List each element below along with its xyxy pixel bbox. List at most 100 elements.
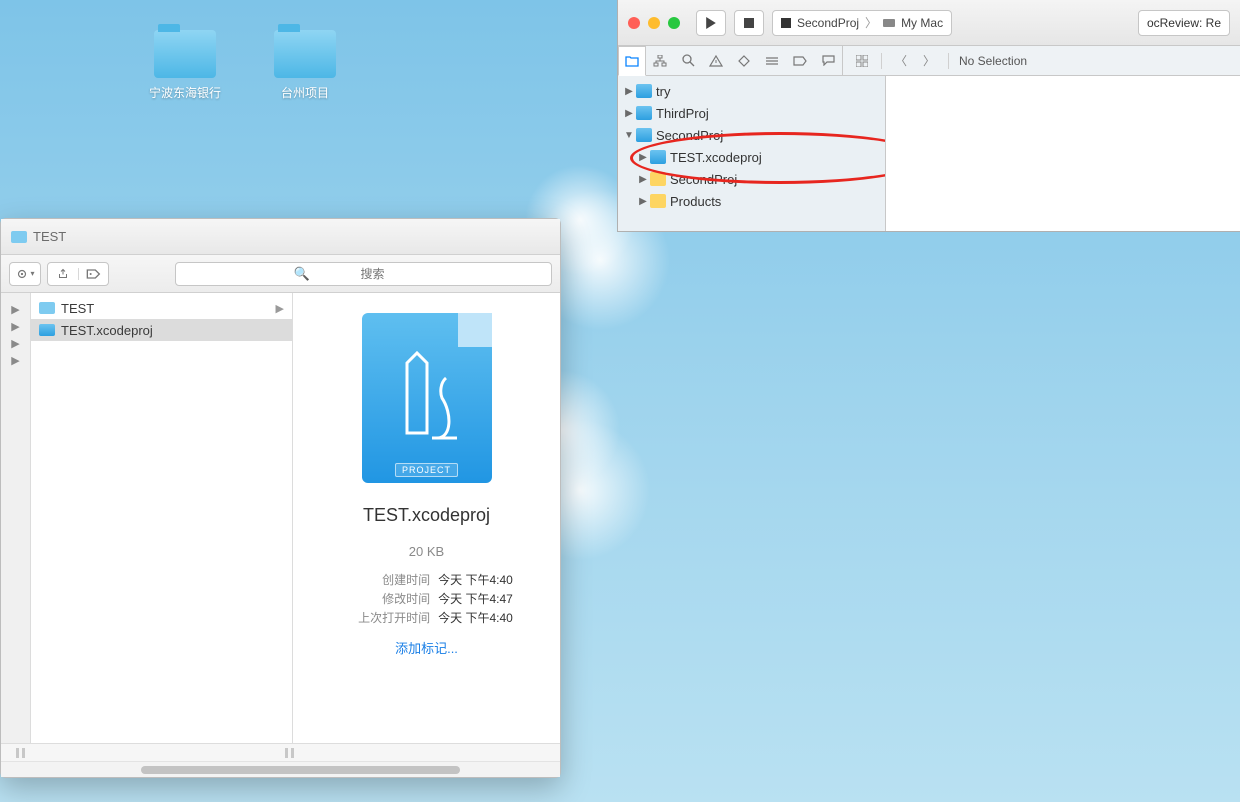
- tree-item-secondproj-folder[interactable]: ▶ SecondProj: [618, 168, 885, 190]
- chevron-right-icon: ▶: [276, 302, 284, 315]
- activity-status[interactable]: ocReview: Re: [1138, 10, 1230, 36]
- resize-handle[interactable]: [39, 748, 299, 758]
- finder-column-list: TEST ▶ TEST.xcodeproj: [31, 293, 293, 743]
- scheme-selector[interactable]: SecondProj 〉 My Mac: [772, 10, 952, 36]
- disclosure-triangle-icon[interactable]: ▶: [638, 174, 648, 185]
- folder-icon: [154, 30, 216, 78]
- gauge-icon: [765, 56, 779, 66]
- tags-button[interactable]: [78, 268, 108, 280]
- close-button[interactable]: [628, 17, 640, 29]
- list-item-label: TEST.xcodeproj: [61, 323, 153, 338]
- stop-button[interactable]: [734, 10, 764, 36]
- window-traffic-lights: [628, 17, 680, 29]
- xcodeproj-icon: [636, 128, 652, 142]
- tree-label: TEST.xcodeproj: [670, 150, 762, 165]
- finder-horizontal-scrollbar[interactable]: [1, 761, 560, 777]
- tree-label: Products: [670, 194, 721, 209]
- finder-titlebar[interactable]: TEST: [1, 219, 560, 255]
- finder-title: TEST: [33, 229, 66, 244]
- gear-icon: [15, 267, 29, 281]
- share-button[interactable]: [48, 267, 78, 281]
- disclosure-triangle-icon[interactable]: ▼: [624, 130, 634, 141]
- tree-label: SecondProj: [670, 172, 737, 187]
- find-navigator-tab[interactable]: [674, 46, 702, 75]
- finder-window: TEST ▾ 🔍 ▶ ▶ ▶ ▶: [0, 218, 561, 778]
- finder-preview-pane: PROJECT TEST.xcodeproj 20 KB 创建时间今天 下午4:…: [293, 293, 560, 743]
- xcodeproj-large-icon: PROJECT: [362, 313, 492, 483]
- chevron-right-icon: 〉: [923, 52, 935, 69]
- report-navigator-tab[interactable]: [814, 46, 842, 75]
- search-input[interactable]: [175, 262, 552, 286]
- jump-bar: 〈 〉 No Selection: [853, 52, 1027, 70]
- finder-sidebar-strip: ▶ ▶ ▶ ▶: [1, 293, 31, 743]
- scheme-project: SecondProj: [797, 16, 859, 30]
- toolbar-share-group: [47, 262, 109, 286]
- related-items-button[interactable]: [853, 52, 871, 70]
- resize-handle[interactable]: [1, 748, 39, 758]
- desktop-folder-yinhang[interactable]: 宁波东海银行: [140, 30, 230, 101]
- search-icon: [682, 54, 695, 67]
- list-item-test-xcodeproj[interactable]: TEST.xcodeproj: [31, 319, 292, 341]
- disclosure-triangle-icon[interactable]: ▶: [624, 86, 634, 97]
- preview-filesize: 20 KB: [409, 544, 444, 559]
- xcodeproj-icon: [39, 324, 55, 336]
- test-navigator-tab[interactable]: [730, 46, 758, 75]
- play-icon: [705, 17, 717, 29]
- tree-item-products[interactable]: ▶ Products: [618, 190, 885, 212]
- tree-item-try[interactable]: ▶try: [618, 80, 885, 102]
- pencil-ruler-icon: [392, 343, 462, 453]
- chevron-left-icon: 〈: [895, 52, 907, 69]
- chevron-down-icon: ▾: [30, 269, 34, 278]
- go-forward-button[interactable]: 〉: [920, 52, 938, 70]
- xcode-editor-area[interactable]: [886, 76, 1240, 231]
- xcode-body: ▶try ▶ThirdProj ▼SecondProj ▶TEST.xcodep…: [618, 76, 1240, 231]
- tree-label: ThirdProj: [656, 106, 709, 121]
- issue-navigator-tab[interactable]: [702, 46, 730, 75]
- speech-icon: [822, 55, 835, 66]
- list-item-test-folder[interactable]: TEST ▶: [31, 297, 292, 319]
- run-button[interactable]: [696, 10, 726, 36]
- project-navigator-tab[interactable]: [618, 46, 646, 76]
- preview-filename: TEST.xcodeproj: [363, 505, 490, 526]
- folder-icon: [274, 30, 336, 78]
- add-tags-link[interactable]: 添加标记...: [395, 638, 458, 657]
- breakpoint-icon: [793, 56, 807, 66]
- tree-item-test-xcodeproj[interactable]: ▶ TEST.xcodeproj: [618, 146, 885, 168]
- mac-device-icon: [883, 19, 895, 27]
- xcodeproj-icon: [636, 84, 652, 98]
- disclosure-triangle-icon[interactable]: ▶: [624, 108, 634, 119]
- hierarchy-icon: [653, 55, 667, 67]
- navigator-tabs: [618, 46, 842, 75]
- debug-navigator-tab[interactable]: [758, 46, 786, 75]
- tree-item-secondproj-root[interactable]: ▼SecondProj: [618, 124, 885, 146]
- chevron-right-icon[interactable]: ▶: [1, 354, 30, 367]
- disclosure-triangle-icon[interactable]: ▶: [638, 152, 648, 163]
- chevron-right-icon[interactable]: ▶: [1, 337, 30, 350]
- tree-item-thirdproj[interactable]: ▶ ThirdProj: [618, 102, 885, 124]
- scheme-destination: My Mac: [901, 16, 943, 30]
- finder-body: ▶ ▶ ▶ ▶ TEST ▶ TEST.xcodeproj: [1, 293, 560, 743]
- folder-icon: [650, 194, 666, 208]
- grid-icon: [856, 55, 868, 67]
- folder-icon: [650, 172, 666, 186]
- project-navigator-tree: ▶try ▶ThirdProj ▼SecondProj ▶TEST.xcodep…: [618, 76, 886, 231]
- xcodeproj-icon: [636, 106, 652, 120]
- zoom-button[interactable]: [668, 17, 680, 29]
- disclosure-triangle-icon[interactable]: ▶: [638, 196, 648, 207]
- chevron-right-icon[interactable]: ▶: [1, 320, 30, 333]
- xcodeproj-icon: [650, 150, 666, 164]
- source-control-navigator-tab[interactable]: [646, 46, 674, 75]
- search-icon: 🔍: [294, 266, 310, 282]
- target-icon: [781, 18, 791, 28]
- folder-icon: [625, 55, 639, 67]
- chevron-right-icon[interactable]: ▶: [1, 303, 30, 316]
- breakpoint-navigator-tab[interactable]: [786, 46, 814, 75]
- tag-icon: [86, 268, 102, 280]
- minimize-button[interactable]: [648, 17, 660, 29]
- gear-dropdown-button[interactable]: ▾: [10, 267, 40, 281]
- jump-bar-path[interactable]: No Selection: [959, 54, 1027, 68]
- go-back-button[interactable]: 〈: [892, 52, 910, 70]
- scrollbar-thumb[interactable]: [141, 766, 460, 774]
- list-item-label: TEST: [61, 301, 94, 316]
- desktop-folder-taizhou[interactable]: 台州项目: [260, 30, 350, 101]
